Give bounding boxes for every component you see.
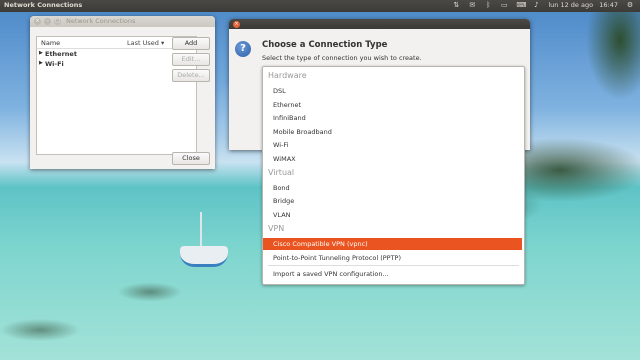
active-app-name: Network Connections bbox=[4, 1, 83, 9]
gear-icon[interactable]: ⚙ bbox=[626, 1, 634, 9]
expand-arrow-icon[interactable]: ▶ bbox=[39, 60, 43, 66]
top-panel: Network Connections ⇅ ✉ ᛒ ▭ ⌨ ♪ lun 12 d… bbox=[0, 0, 640, 12]
minimize-icon[interactable]: – bbox=[44, 18, 51, 25]
option-cisco-vpn-selected[interactable]: Cisco Compatible VPN (vpnc) bbox=[263, 238, 522, 250]
mail-icon[interactable]: ✉ bbox=[468, 1, 476, 9]
column-last-used[interactable]: Last Used ▾ bbox=[127, 39, 164, 47]
bluetooth-icon[interactable]: ᛒ bbox=[484, 1, 492, 9]
section-virtual: Virtual bbox=[268, 168, 295, 177]
option-import-vpn[interactable]: Import a saved VPN configuration... bbox=[273, 270, 389, 278]
network-connections-window: × – □ Network Connections Name Last Used… bbox=[30, 16, 215, 169]
close-icon[interactable]: × bbox=[34, 18, 41, 25]
add-button[interactable]: Add bbox=[172, 37, 210, 50]
keyboard-icon[interactable]: ⌨ bbox=[516, 1, 526, 9]
window-title: Network Connections bbox=[66, 17, 136, 25]
clock[interactable]: lun 12 de ago 16:47 bbox=[548, 1, 618, 9]
close-button[interactable]: Close bbox=[172, 152, 210, 165]
volume-icon[interactable]: ♪ bbox=[532, 1, 540, 9]
palm-tree bbox=[560, 0, 640, 210]
battery-icon[interactable]: ▭ bbox=[500, 1, 508, 9]
option-bridge[interactable]: Bridge bbox=[273, 197, 294, 205]
system-tray: ⇅ ✉ ᛒ ▭ ⌨ ♪ lun 12 de ago 16:47 ⚙ bbox=[452, 1, 634, 9]
section-vpn: VPN bbox=[268, 224, 285, 233]
close-icon[interactable]: × bbox=[233, 20, 240, 28]
option-vlan[interactable]: VLAN bbox=[273, 211, 291, 219]
column-name[interactable]: Name bbox=[41, 39, 60, 47]
option-wimax[interactable]: WiMAX bbox=[273, 155, 296, 163]
section-hardware: Hardware bbox=[268, 71, 307, 80]
maximize-icon[interactable]: □ bbox=[54, 18, 61, 25]
connection-type-dropdown[interactable]: Hardware DSL Ethernet InfiniBand Mobile … bbox=[262, 66, 525, 285]
window-titlebar[interactable]: × – □ Network Connections bbox=[30, 16, 215, 27]
option-wifi[interactable]: Wi-Fi bbox=[273, 141, 289, 149]
option-bond[interactable]: Bond bbox=[273, 184, 290, 192]
dialog-heading: Choose a Connection Type bbox=[262, 40, 388, 50]
delete-button[interactable]: Delete... bbox=[172, 69, 210, 82]
network-icon[interactable]: ⇅ bbox=[452, 1, 460, 9]
dialog-titlebar[interactable]: × bbox=[229, 19, 530, 29]
expand-arrow-icon[interactable]: ▶ bbox=[39, 50, 43, 56]
separator bbox=[268, 265, 519, 266]
question-icon: ? bbox=[235, 41, 251, 57]
edit-button[interactable]: Edit... bbox=[172, 53, 210, 66]
option-ethernet[interactable]: Ethernet bbox=[273, 101, 301, 109]
option-infiniband[interactable]: InfiniBand bbox=[273, 114, 306, 122]
option-pptp[interactable]: Point-to-Point Tunneling Protocol (PPTP) bbox=[273, 254, 401, 262]
dialog-subtitle: Select the type of connection you wish t… bbox=[262, 54, 422, 62]
option-dsl[interactable]: DSL bbox=[273, 87, 286, 95]
option-mobile-broadband[interactable]: Mobile Broadband bbox=[273, 128, 332, 136]
boat bbox=[180, 212, 230, 268]
